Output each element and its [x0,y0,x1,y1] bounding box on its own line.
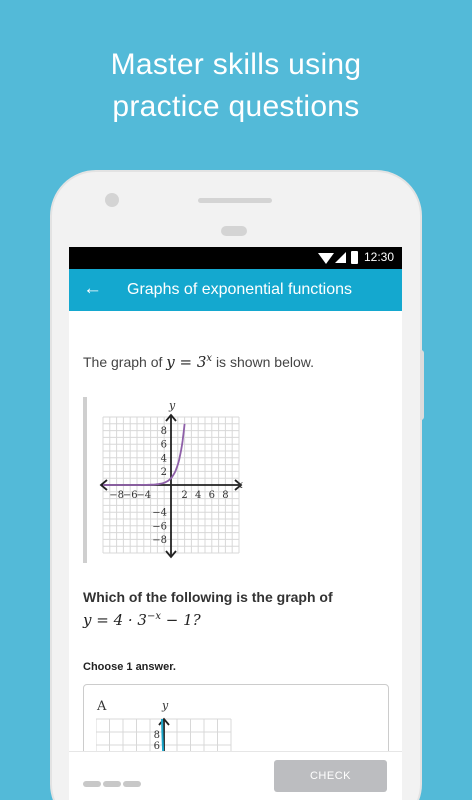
arrow-left-icon[interactable]: ← [83,277,105,301]
prompt-equation-tail: − 1? [161,611,201,629]
x-tick-label: −6 [123,490,138,501]
x-tick-label: −4 [136,490,151,501]
phone-screen: 12:30 ← Graphs of exponential functions … [69,247,402,800]
choose-label: Choose 1 answer. [83,661,176,673]
progress-dot [103,781,121,787]
bottom-bar: CHECK [69,751,402,800]
prompt-equation-exponent: −x [146,611,162,622]
headline-line-1: Master skills using [110,48,362,81]
question-equation: y = 3x [166,353,212,371]
y-axis-label: y [168,399,176,412]
x-tick-label: −8 [109,490,124,501]
status-bar: 12:30 [69,247,402,269]
x-tick-label: 4 [195,490,201,501]
progress-dot [83,781,101,787]
choice-a-y-tick-8: 8 [154,730,160,741]
phone-camera [105,193,119,207]
question-suffix: is shown below. [215,354,314,370]
question-equation-exponent: x [206,353,213,364]
app-bar: ← Graphs of exponential functions [69,269,402,311]
page-title: Graphs of exponential functions [127,281,353,298]
headline: Master skills using practice questions [0,44,472,128]
prompt-equation: y = 4 · 3−x − 1? [83,611,201,629]
phone-side-button [420,350,424,420]
y-tick-label: −6 [152,521,167,532]
y-tick-label: −8 [152,535,167,546]
graph-svg: y x 8642−4−6−8 −8−6−4 2 4 6 8 [99,399,243,559]
choice-a-y-label: y [161,699,169,712]
question-prefix: The graph of [83,354,163,370]
y-tick-label: 6 [161,440,167,451]
x-tick-label: 6 [209,490,215,501]
y-tick-label: −4 [152,508,167,519]
headline-line-2: practice questions [112,90,360,123]
y-tick-label: 8 [161,426,167,437]
progress-indicator [83,774,143,792]
exercise-content: The graph of y = 3x is shown below. y x … [69,311,402,785]
y-tick-label: 2 [161,467,167,478]
signal-icon [335,252,346,263]
y-tick-label: 4 [161,453,167,464]
x-axis-label: x [237,478,243,491]
wifi-icon [318,253,334,264]
phone-sensor [221,226,247,236]
question-graph: y x 8 6 4 2 −4 −6 −8 −8 −6 −4 2 4 6 8 [83,397,243,563]
phone-speaker [198,198,272,203]
question-text: The graph of y = 3x is shown below. [83,353,314,371]
question-equation-base: y = 3 [166,353,207,371]
prompt-equation-base: y = 4 · 3 [83,611,147,629]
x-tick-label: 2 [181,490,187,501]
status-time: 12:30 [363,250,394,264]
check-button[interactable]: CHECK [274,760,387,792]
x-tick-label: 8 [222,490,228,501]
progress-dot [123,781,141,787]
prompt-text: Which of the following is the graph of [83,589,333,605]
battery-icon [351,251,358,264]
